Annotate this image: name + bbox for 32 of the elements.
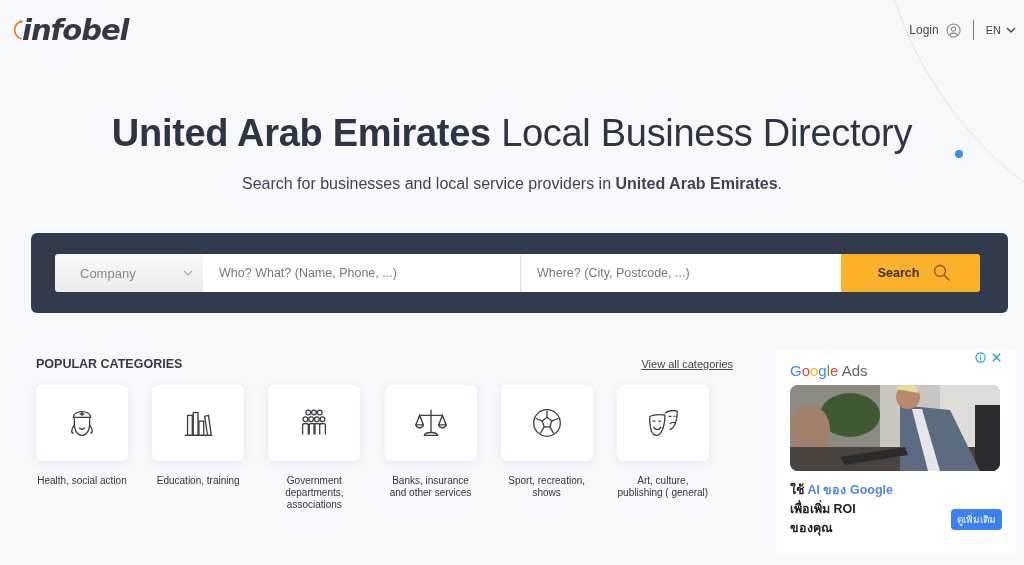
category-tile[interactable] bbox=[500, 385, 593, 461]
category-label: Government departments, associations bbox=[284, 475, 345, 511]
category-label: Health, social action bbox=[36, 475, 128, 487]
who-input[interactable]: Who? What? (Name, Phone, ...) bbox=[203, 254, 521, 292]
user-icon[interactable] bbox=[945, 22, 961, 38]
learn-more-button[interactable]: ดูเพิ่มเติม bbox=[951, 509, 1002, 530]
chevron-down-icon bbox=[183, 270, 193, 276]
category-label: Sport, recreation, shows bbox=[507, 475, 587, 499]
login-link[interactable]: Login bbox=[909, 23, 939, 37]
ad-brand-logo: Google Ads bbox=[790, 362, 868, 379]
chevron-down-icon bbox=[1006, 27, 1016, 33]
page-title: United Arab Emirates Local Business Directory bbox=[111, 112, 913, 155]
category-label: Education, training bbox=[155, 475, 241, 487]
search-icon bbox=[933, 264, 952, 282]
category-tile[interactable] bbox=[152, 385, 245, 461]
language-selector[interactable]: EN bbox=[985, 24, 1016, 36]
logo[interactable]: infobel bbox=[12, 13, 129, 47]
search-button[interactable]: Search bbox=[841, 254, 980, 292]
decorative-dot bbox=[955, 150, 963, 158]
category-tile[interactable] bbox=[36, 385, 128, 461]
ad-headline: ใช้ AI ของ Google เพื่อเพิ่ม ROI ของคุณ bbox=[790, 481, 893, 538]
info-icon[interactable] bbox=[975, 352, 986, 363]
category-tile[interactable] bbox=[616, 385, 709, 461]
close-icon[interactable] bbox=[991, 352, 1002, 363]
section-title: POPULAR CATEGORIES bbox=[36, 357, 183, 371]
page-subtitle: Search for businesses and local service providers in United Arab Emirates. bbox=[240, 175, 784, 193]
category-label: Art, culture, publishing ( general) bbox=[616, 475, 710, 499]
category-label: Banks, insurance and other services bbox=[388, 475, 473, 499]
view-all-link[interactable]: View all categories bbox=[641, 358, 733, 370]
category-tile[interactable] bbox=[384, 385, 477, 461]
category-tile[interactable] bbox=[268, 385, 361, 461]
where-input[interactable]: Where? (City, Postcode, ...) bbox=[521, 254, 841, 292]
